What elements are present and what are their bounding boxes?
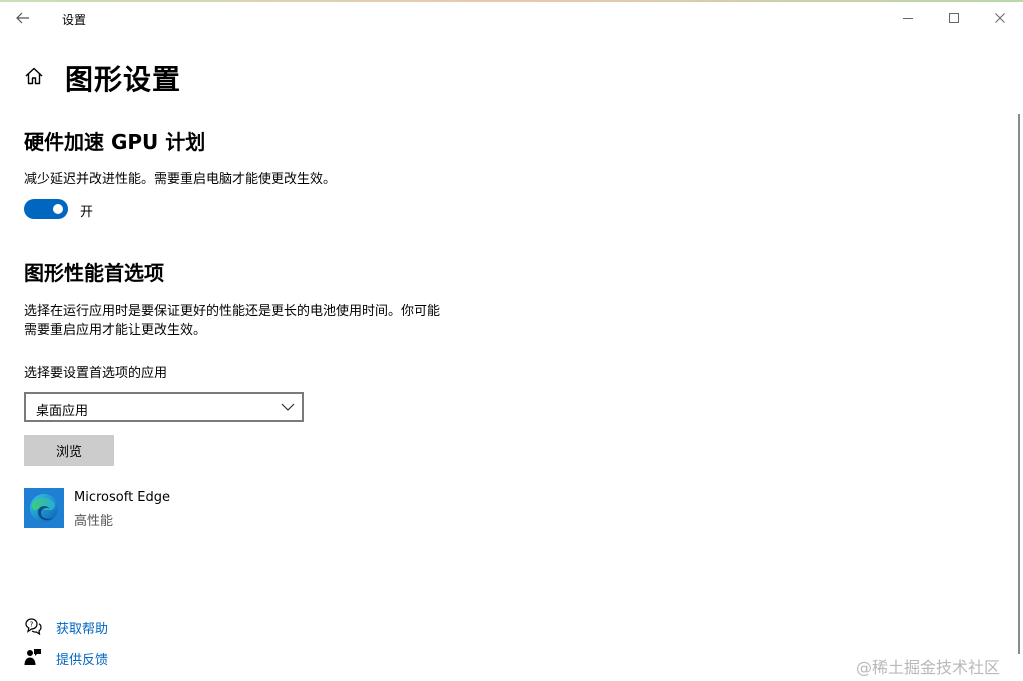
app-list-item[interactable]: Microsoft Edge 高性能 [24,487,324,529]
graphics-preference-title: 图形性能首选项 [24,261,164,285]
home-icon[interactable] [24,66,44,86]
edge-icon [24,488,64,528]
app-name: Microsoft Edge [74,490,171,505]
vertical-scrollbar[interactable] [1018,114,1020,654]
maximize-button[interactable] [931,2,977,34]
graphics-preference-description-line2: 需要重启应用才能让更改生效。 [24,323,207,338]
close-button[interactable] [977,2,1023,34]
gpu-scheduling-description: 减少延迟并改进性能。需要重启电脑才能使更改生效。 [24,172,337,187]
give-feedback-link[interactable]: 提供反馈 [24,647,224,668]
minimize-button[interactable] [885,2,931,34]
get-help-link[interactable]: ? 获取帮助 [24,616,224,637]
gpu-scheduling-toggle-label: 开 [80,205,94,220]
get-help-label[interactable]: 获取帮助 [56,618,108,637]
gpu-scheduling-toggle[interactable] [24,199,68,219]
feedback-icon [24,649,41,665]
app-select-label: 选择要设置首选项的应用 [24,366,168,381]
back-button[interactable] [0,2,46,34]
page-title: 图形设置 [65,63,182,96]
app-preference: 高性能 [74,514,114,529]
give-feedback-label[interactable]: 提供反馈 [56,649,108,668]
app-type-dropdown-value: 桌面应用 [36,404,89,419]
svg-text:?: ? [30,621,34,629]
graphics-preference-description-line1: 选择在运行应用时是要保证更好的性能还是更长的电池使用时间。你可能 [24,304,441,319]
browse-button[interactable]: 浏览 [24,435,114,466]
help-chat-icon: ? [25,618,42,635]
app-type-dropdown[interactable]: 桌面应用 [24,392,304,422]
close-icon [995,13,1005,23]
toggle-knob [53,204,63,214]
chevron-down-icon [281,403,295,411]
window-title: 设置 [62,13,87,27]
maximize-icon [949,13,959,23]
minimize-icon [903,18,913,19]
back-arrow-icon [16,12,29,24]
gpu-scheduling-title: 硬件加速 GPU 计划 [24,130,206,154]
watermark: @稀土掘金技术社区 [856,658,1001,677]
title-bar: 设置 [0,2,1023,34]
